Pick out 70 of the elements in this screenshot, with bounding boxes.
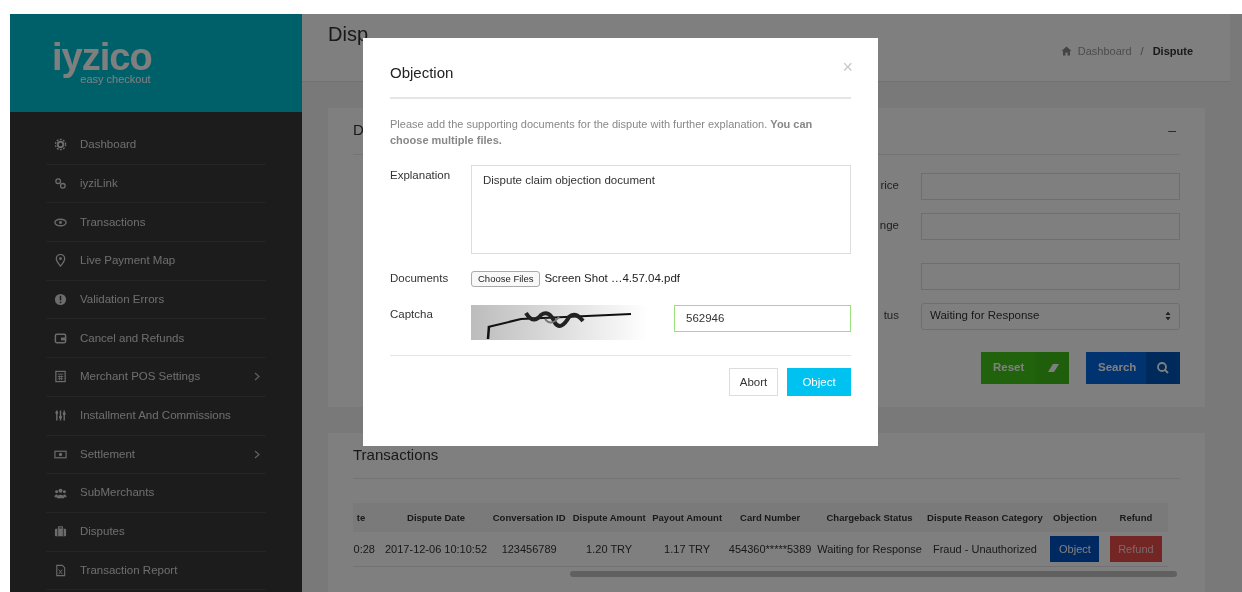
sidebar-item[interactable]: Transactions <box>46 203 266 243</box>
reset-button[interactable]: Reset <box>981 351 1069 384</box>
home-icon <box>1060 46 1072 57</box>
search-button[interactable]: Search <box>1086 351 1180 384</box>
sidebar-item[interactable]: Cancel and Refunds <box>46 319 266 359</box>
column-header: Payout Amount <box>649 503 726 533</box>
sidebar-item[interactable]: Merchant POS Settings <box>46 358 266 397</box>
table-cell: 0:28 <box>353 532 383 567</box>
dialog-title: Objection <box>390 62 454 83</box>
table-cell: Fraud - Unauthorized <box>923 532 1046 567</box>
field-label: Documents <box>390 271 450 286</box>
status-select[interactable]: Waiting for Response <box>921 302 1180 330</box>
breadcrumb-current: Dispute <box>1152 44 1193 59</box>
table-cell: Waiting for Response <box>815 532 924 567</box>
column-header: Dispute Reason Category <box>923 503 1046 533</box>
breadcrumb-separator: / <box>1140 44 1144 59</box>
field-label: Explanation <box>390 168 452 183</box>
sidebar-item[interactable]: Installment And Commissions <box>46 396 266 436</box>
link-icon <box>54 177 67 191</box>
object-button[interactable]: Object <box>1050 536 1100 563</box>
calculator-icon <box>54 370 67 384</box>
sidebar-item[interactable]: Validation Errors <box>46 280 266 320</box>
card-title: D <box>353 120 364 141</box>
file-name: Screen Shot …4.57.04.pdf <box>544 271 680 286</box>
explanation-textarea[interactable]: Dispute claim objection document <box>471 165 851 254</box>
eraser-icon <box>1035 351 1069 384</box>
sidebar-item[interactable]: Transaction Report <box>46 551 266 591</box>
field-label: tus <box>883 308 899 324</box>
column-header: Objection <box>1045 503 1104 533</box>
captcha-input[interactable]: 562946 <box>674 305 851 333</box>
field-label: rice <box>880 178 899 194</box>
spreadsheet-file-icon <box>54 563 67 577</box>
table-cell: 123456789 <box>489 532 570 567</box>
sidebar-item[interactable]: Settlement <box>46 435 266 475</box>
users-icon <box>54 486 67 500</box>
refund-button[interactable]: Refund <box>1109 536 1162 563</box>
gear-icon <box>54 138 67 152</box>
exclamation-icon <box>54 293 67 307</box>
page-title: Disp <box>328 23 368 45</box>
choose-files-button[interactable]: Choose Files <box>471 270 541 287</box>
column-header: te <box>353 503 383 533</box>
sidebar-item[interactable]: Disputes <box>46 512 266 552</box>
search-icon <box>1146 351 1180 384</box>
column-header: Refund <box>1103 503 1168 533</box>
column-header: Dispute Amount <box>569 503 650 533</box>
field-label: Captcha <box>390 307 434 323</box>
column-header: Dispute Date <box>383 503 490 533</box>
abort-button[interactable]: Abort <box>729 368 778 397</box>
column-header: Chargeback Status <box>815 503 924 533</box>
collapse-button[interactable]: – <box>1168 120 1176 141</box>
sidebar-item[interactable]: iyziLink <box>46 164 266 204</box>
column-header: Card Number <box>725 503 816 533</box>
field-label: nge <box>879 218 899 234</box>
table-cell: 454360*****5389 <box>725 532 816 567</box>
sort-arrows-icon <box>1165 311 1171 321</box>
sidebar-item[interactable]: Live Payment Map <box>46 242 266 281</box>
scrollbar[interactable] <box>570 570 1177 577</box>
sidebar-item[interactable]: SubMerchants <box>46 474 266 513</box>
table-cell: 1.20 TRY <box>569 532 650 567</box>
map-pin-icon <box>54 254 67 268</box>
sidebar-item[interactable]: Dashboard <box>46 126 266 165</box>
briefcase-icon <box>54 525 67 539</box>
sliders-icon <box>54 409 67 423</box>
wallet-icon <box>54 331 67 345</box>
table-cell: 1.17 TRY <box>649 532 726 567</box>
column-header: Conversation ID <box>489 503 570 533</box>
table-cell: 2017-12-06 10:10:52 <box>383 532 490 567</box>
dialog-description: Please add the supporting documents for the dispute with further explanation. You can choose multiple files. <box>390 117 814 148</box>
object-button[interactable]: Object <box>787 368 851 397</box>
card-title: Transactions <box>353 444 439 465</box>
